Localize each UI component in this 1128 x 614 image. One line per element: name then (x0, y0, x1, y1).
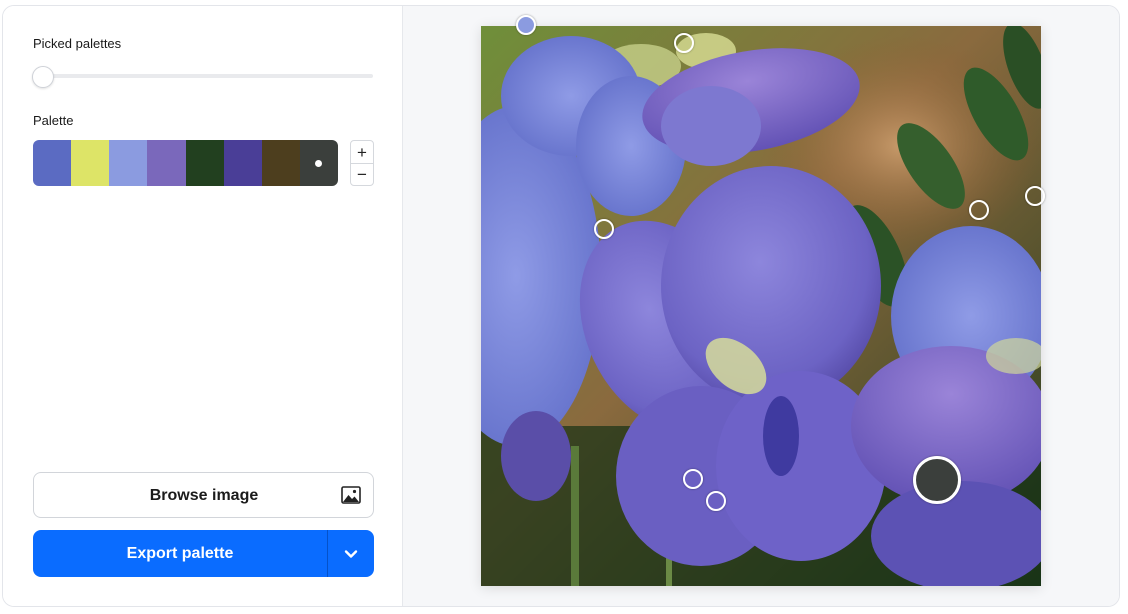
color-picker-marker-2[interactable] (674, 33, 694, 53)
palette-swatch-8[interactable] (299, 140, 338, 186)
picked-palettes-slider-thumb[interactable] (32, 66, 54, 88)
palette-swatch-7[interactable] (261, 140, 300, 186)
palette-swatches (33, 140, 338, 186)
sidebar: Picked palettes Palette + − Browse image (3, 6, 403, 606)
app-window: Picked palettes Palette + − Browse image (2, 5, 1120, 607)
export-palette-button[interactable]: Export palette (33, 530, 327, 577)
image-canvas-area (403, 6, 1119, 606)
color-picker-marker-6[interactable] (683, 469, 703, 489)
palette-swatch-6[interactable] (223, 140, 262, 186)
add-color-button[interactable]: + (351, 141, 373, 163)
palette-swatch-2[interactable] (71, 140, 110, 186)
browse-image-label: Browse image (149, 487, 259, 504)
remove-color-button[interactable]: − (351, 163, 373, 185)
palette-label: Palette (33, 113, 74, 128)
color-picker-marker-active[interactable] (913, 456, 961, 504)
chevron-down-icon (344, 549, 358, 558)
export-options-dropdown[interactable] (328, 530, 374, 577)
color-picker-marker-5[interactable] (1025, 186, 1045, 206)
palette-swatch-4[interactable] (147, 140, 186, 186)
picked-palettes-slider-track[interactable] (43, 74, 373, 78)
palette-size-stepper: + − (350, 140, 374, 186)
palette-swatch-3[interactable] (109, 140, 148, 186)
image-icon (341, 486, 361, 504)
palette-swatch-5[interactable] (185, 140, 224, 186)
palette-swatch-1[interactable] (33, 140, 72, 186)
color-picker-marker-3[interactable] (594, 219, 614, 239)
picked-palettes-label: Picked palettes (33, 36, 122, 51)
browse-image-button[interactable]: Browse image (33, 472, 374, 518)
export-palette-button-group: Export palette (33, 530, 374, 577)
purple-flowers-photo[interactable] (481, 26, 1041, 586)
selected-swatch-indicator (315, 159, 323, 167)
color-picker-marker-7[interactable] (706, 491, 726, 511)
color-picker-marker-1[interactable] (516, 15, 536, 35)
color-picker-marker-4[interactable] (969, 200, 989, 220)
